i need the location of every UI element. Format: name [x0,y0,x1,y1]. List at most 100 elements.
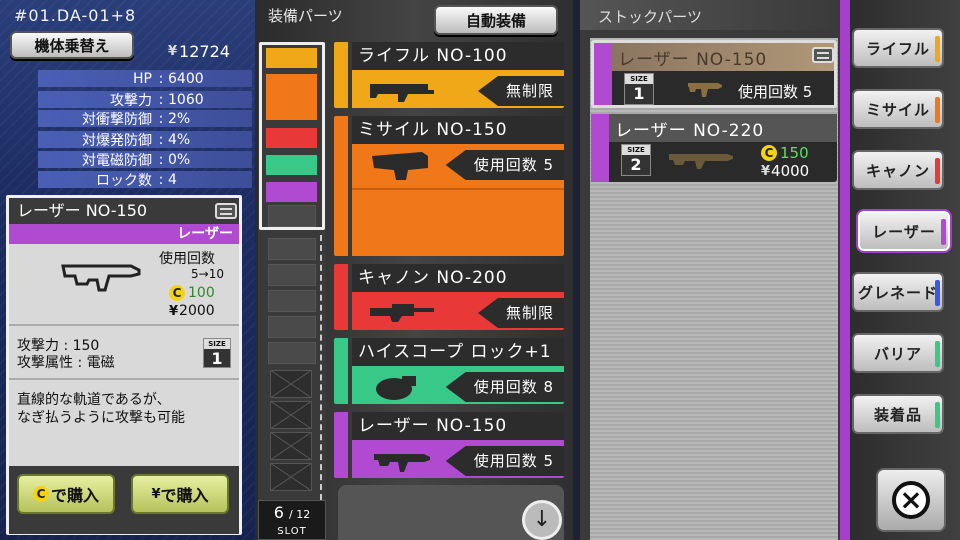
yen-icon: ¥ [761,163,770,179]
stock-item-laser-220[interactable]: レーザー NO-220 SIZE 2 C 150 ¥4000 [591,114,837,182]
tab-color-edge [935,402,940,428]
close-button[interactable]: × [876,468,946,532]
detail-usage-range: 5→10 [191,267,224,281]
tab-rifle[interactable]: ライフル [852,28,944,68]
part-body: 無制限 [352,292,564,330]
stat-label: 対衝撃防御 [82,111,152,128]
stock-item-name: レーザー NO-220 [615,121,765,141]
equipped-icon [215,203,237,219]
part-detail-card: レーザー NO-150 レーザー 使用回数 5→10 C 100 ¥2000 攻撃… [6,195,242,535]
detail-part-name: レーザー NO-150 [9,198,239,224]
tab-color-edge [935,97,940,123]
switch-mech-button[interactable]: 機体乗替え [10,31,134,59]
description-line: なぎ払うように攻撃も可能 [17,410,185,426]
stock-item-laser-150[interactable]: レーザー NO-150 SIZE 1 使用回数 5 [591,40,837,108]
equipped-part-scope[interactable]: ハイスコープ ロック+1 使用回数 8 [334,338,564,404]
stock-item-name: レーザー NO-150 [618,50,768,70]
detail-attribute: 攻撃属性 : 電磁 [17,355,115,371]
size-badge: SIZE 1 [203,338,231,368]
close-icon: × [892,481,930,519]
equipped-part-laser[interactable]: レーザー NO-150 使用回数 5 [334,412,564,478]
tab-label: バリア [873,344,922,363]
slot-empty [268,316,316,338]
divider [352,188,564,190]
slot-frame [259,42,325,230]
equipped-part-rifle[interactable]: ライフル NO-100 無制限 [334,42,564,108]
credits-display: ¥ 12724 [168,42,230,61]
tab-cannon[interactable]: キャノン [852,150,944,190]
tab-laser[interactable]: レーザー [858,211,950,251]
laser-icon [688,83,722,97]
tab-color-edge [935,158,940,184]
stat-hp: HP:6400 [38,70,252,87]
category-strip [334,412,348,478]
arrow-down-icon[interactable]: ↓ [522,500,562,540]
mech-code: #01.DA-01+8 [14,6,137,25]
stat-blast-def: 対爆発防御:4% [38,131,252,149]
tab-label: レーザー [872,222,936,241]
stat-label: 対爆発防御 [82,132,152,149]
stat-label: 攻撃力 [110,92,152,109]
buy-with-yen-button[interactable]: ¥ で購入 [131,474,229,514]
slot-empty [268,264,316,286]
scope-icon [376,376,416,400]
equip-title: 装備パーツ [268,7,343,25]
buy-with-c-button[interactable]: C で購入 [17,474,115,514]
tab-equipment[interactable]: 装着品 [852,394,944,434]
yen-icon: ¥ [169,303,178,319]
stock-yen-cost: ¥4000 [761,162,809,180]
tab-barrier[interactable]: バリア [852,333,944,373]
equipped-part-missile[interactable]: ミサイル NO-150 使用回数 5 [334,116,564,256]
tab-grenade[interactable]: グレネード [852,272,944,312]
stat-value: 4% [168,131,191,148]
detail-category: レーザー [9,224,239,244]
tab-color-edge [935,280,940,306]
credits-value: 12724 [179,42,230,61]
slot-empty [268,290,316,312]
stat-impact-def: 対衝撃防御:2% [38,110,252,128]
slot-locked [270,401,312,429]
category-rail [840,0,850,540]
slot-counter: 6 / 12 SLOT [258,500,326,540]
yen-cost-value: 2000 [179,303,215,319]
detail-description: 直線的な軌道であるが、 なぎ払うように攻撃も可能 [17,391,237,427]
laser-icon [669,154,733,169]
slot-locked [270,463,312,491]
stat-attack: 攻撃力:1060 [38,91,252,109]
stat-value: 6400 [168,70,204,87]
slot-empty [268,238,316,260]
c-coin-icon: C [169,285,185,301]
stat-label: 対電磁防御 [82,152,152,169]
tab-missile[interactable]: ミサイル [852,89,944,129]
stat-label: HP [133,70,152,87]
tab-color-edge [935,36,940,62]
category-tab-column [850,0,960,540]
part-usage-tag: 無制限 [477,76,564,106]
missile-launcher-icon [372,152,428,180]
part-usage-tag: 使用回数 5 [445,446,564,476]
category-strip [334,264,348,330]
category-strip [594,43,612,105]
stock-c-cost: C 150 [761,144,809,162]
yen-icon: ¥ [151,486,160,502]
stat-value: 2% [168,110,191,127]
category-strip [334,42,348,108]
slot-label: SLOT [277,526,307,537]
c-cost-value: 150 [780,144,809,162]
stock-title: ストックパーツ [598,8,702,26]
stat-value: 4 [168,171,177,188]
stat-label: ロック数 [96,172,152,189]
cannon-icon [370,304,434,322]
c-coin-icon: C [32,486,49,502]
buy-label: で購入 [160,486,209,505]
slot-locked [270,432,312,460]
stat-value: 1060 [168,91,204,108]
tab-label: ミサイル [865,100,930,119]
tab-color-edge [935,341,940,367]
c-cost-value: 100 [188,285,215,301]
category-strip [334,116,348,256]
part-name: ハイスコープ ロック+1 [352,338,564,366]
tab-color-edge [941,219,946,245]
equipped-part-cannon[interactable]: キャノン NO-200 無制限 [334,264,564,330]
auto-equip-button[interactable]: 自動装備 [434,5,558,35]
